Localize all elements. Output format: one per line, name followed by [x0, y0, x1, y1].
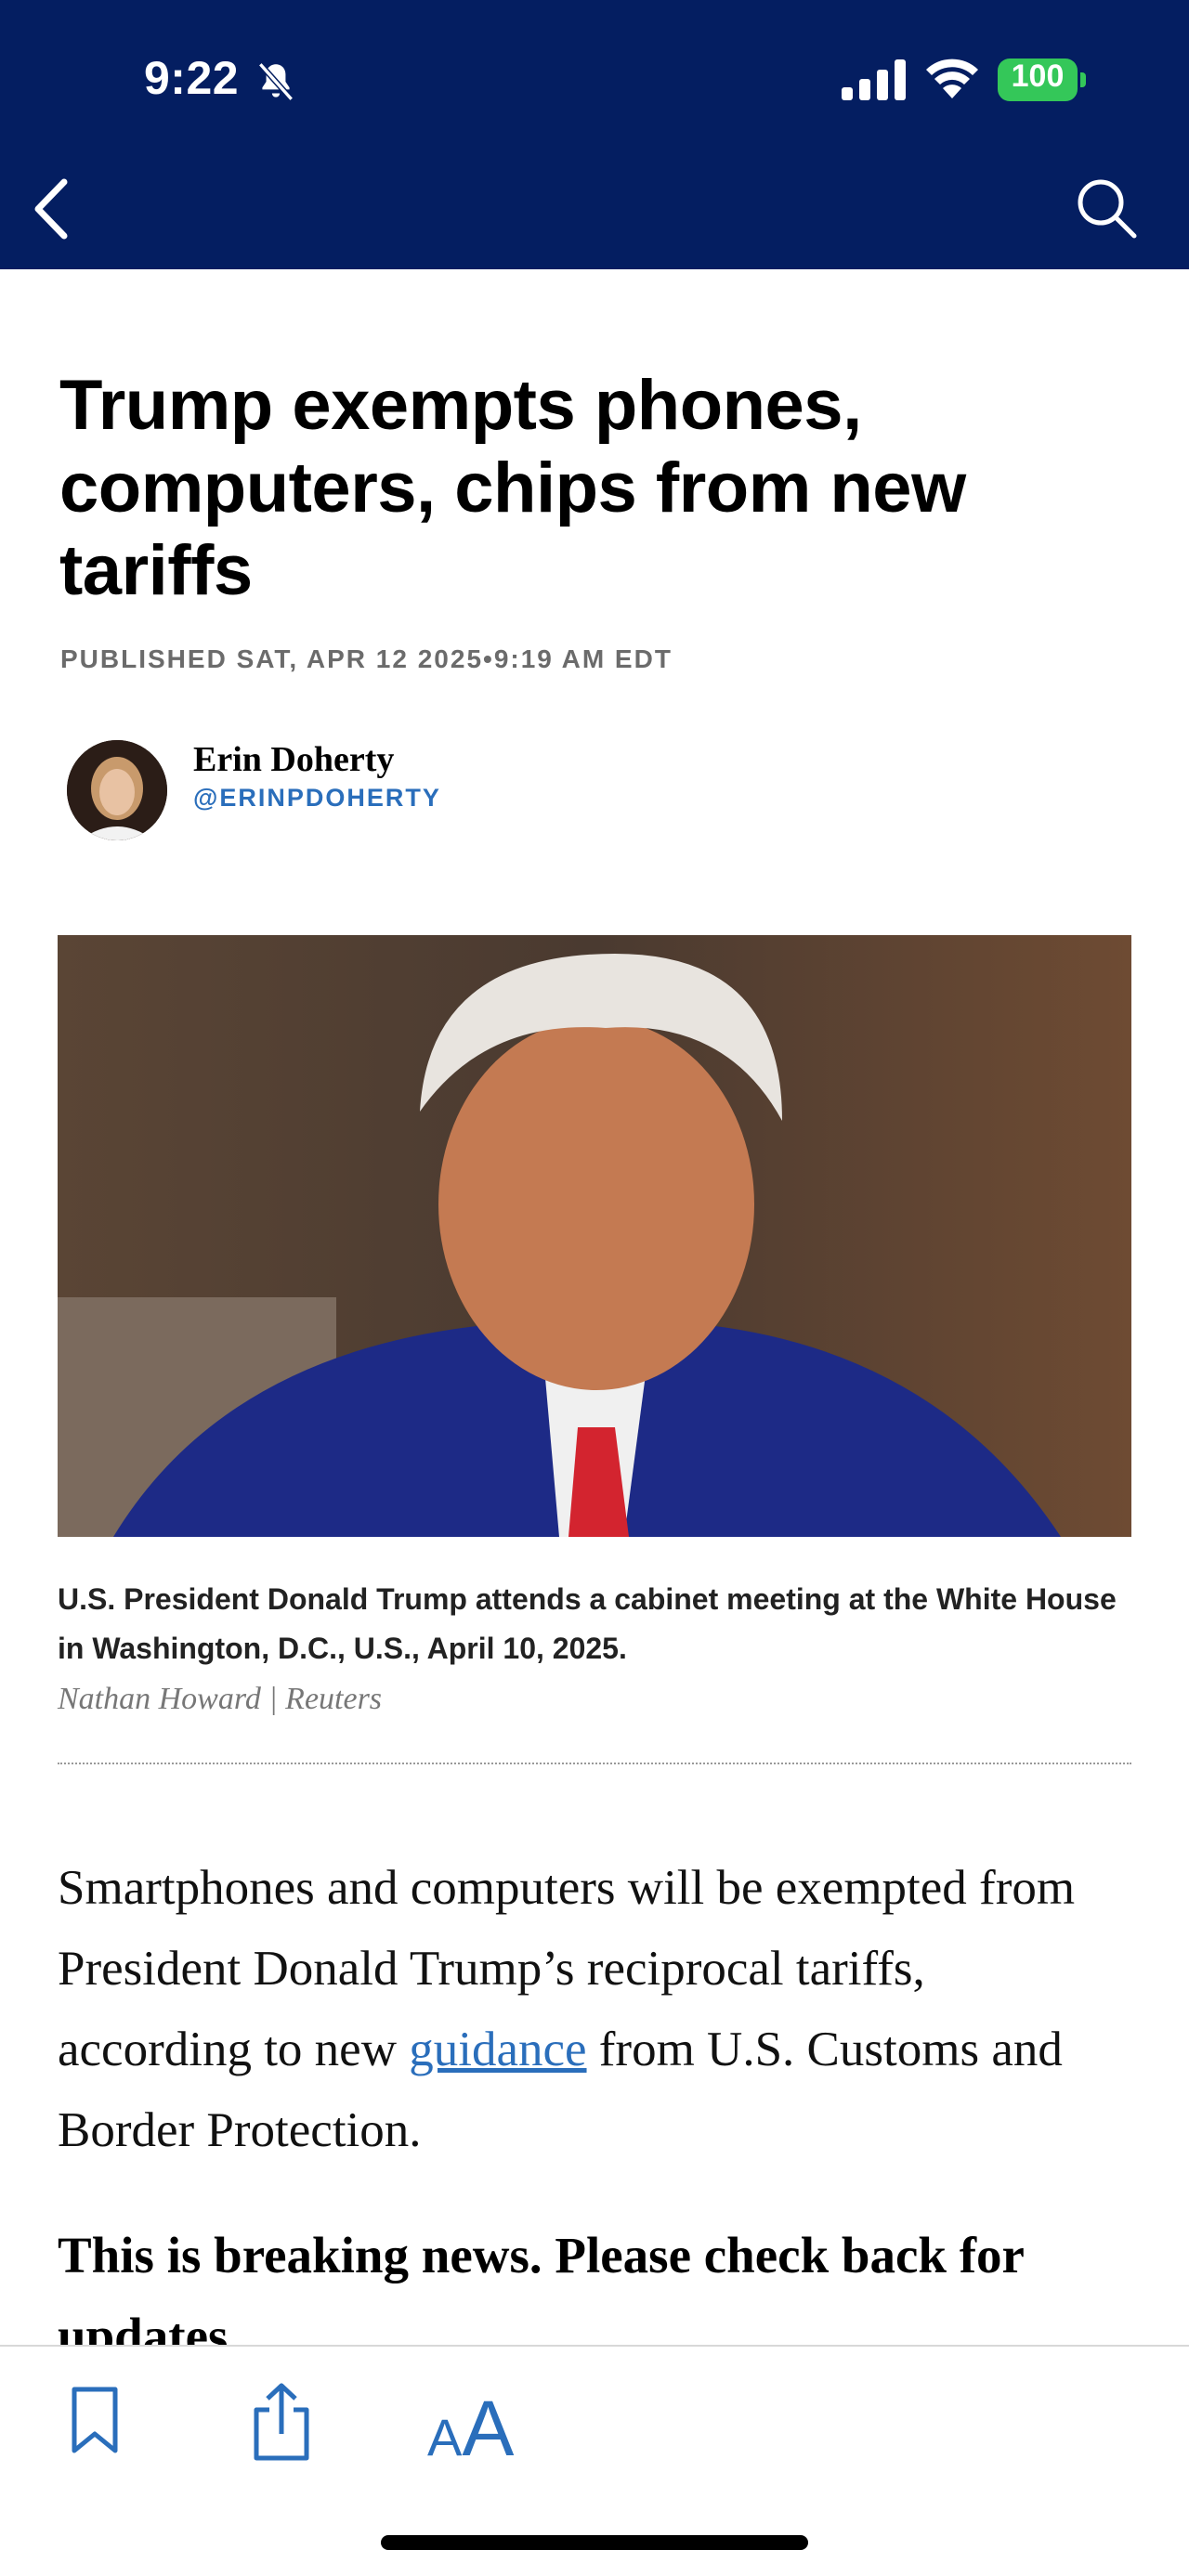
- author-photo: [67, 740, 167, 840]
- search-button[interactable]: [1073, 175, 1140, 241]
- published-date: PUBLISHED SAT, APR 12 2025•9:19 AM EDT: [60, 644, 673, 673]
- portrait-photo: [58, 935, 1131, 1537]
- author-avatar[interactable]: [67, 740, 167, 840]
- article-hero-image: [58, 935, 1131, 1537]
- article-headline: Trump exempts phones, computers, chips f…: [59, 366, 966, 610]
- bookmark-button[interactable]: [65, 2384, 124, 2458]
- home-indicator[interactable]: [381, 2535, 808, 2550]
- text-size-button[interactable]: A A: [427, 2384, 514, 2472]
- text-size-large-glyph: A: [462, 2385, 515, 2472]
- article-paragraph: Smartphones and computers will be exempt…: [58, 1848, 1126, 2171]
- battery-indicator: 100: [998, 59, 1087, 101]
- image-caption: U.S. President Donald Trump attends a ca…: [58, 1582, 1117, 1665]
- bookmark-icon: [72, 2387, 118, 2453]
- text-size-small-glyph: A: [427, 2408, 463, 2466]
- guidance-link[interactable]: guidance: [409, 2023, 586, 2076]
- battery-level: 100: [1011, 59, 1065, 94]
- search-icon: [1078, 179, 1137, 239]
- top-navigation-bar: 9:22 100: [0, 0, 1189, 269]
- back-button[interactable]: [19, 167, 84, 251]
- divider: [58, 1763, 1131, 1764]
- bell-muted-icon: [257, 62, 294, 101]
- author-handle-link[interactable]: @ERINPDOHERTY: [193, 784, 441, 813]
- author-name[interactable]: Erin Doherty: [193, 739, 394, 780]
- battery-tip: [1080, 72, 1086, 87]
- chevron-left-icon: [34, 178, 68, 240]
- share-icon: [254, 2383, 309, 2461]
- cellular-signal-icon: [842, 59, 906, 100]
- image-credit: Nathan Howard | Reuters: [58, 1682, 383, 1716]
- status-time: 9:22: [144, 52, 240, 104]
- wifi-icon: [926, 59, 978, 98]
- share-button[interactable]: [249, 2382, 314, 2462]
